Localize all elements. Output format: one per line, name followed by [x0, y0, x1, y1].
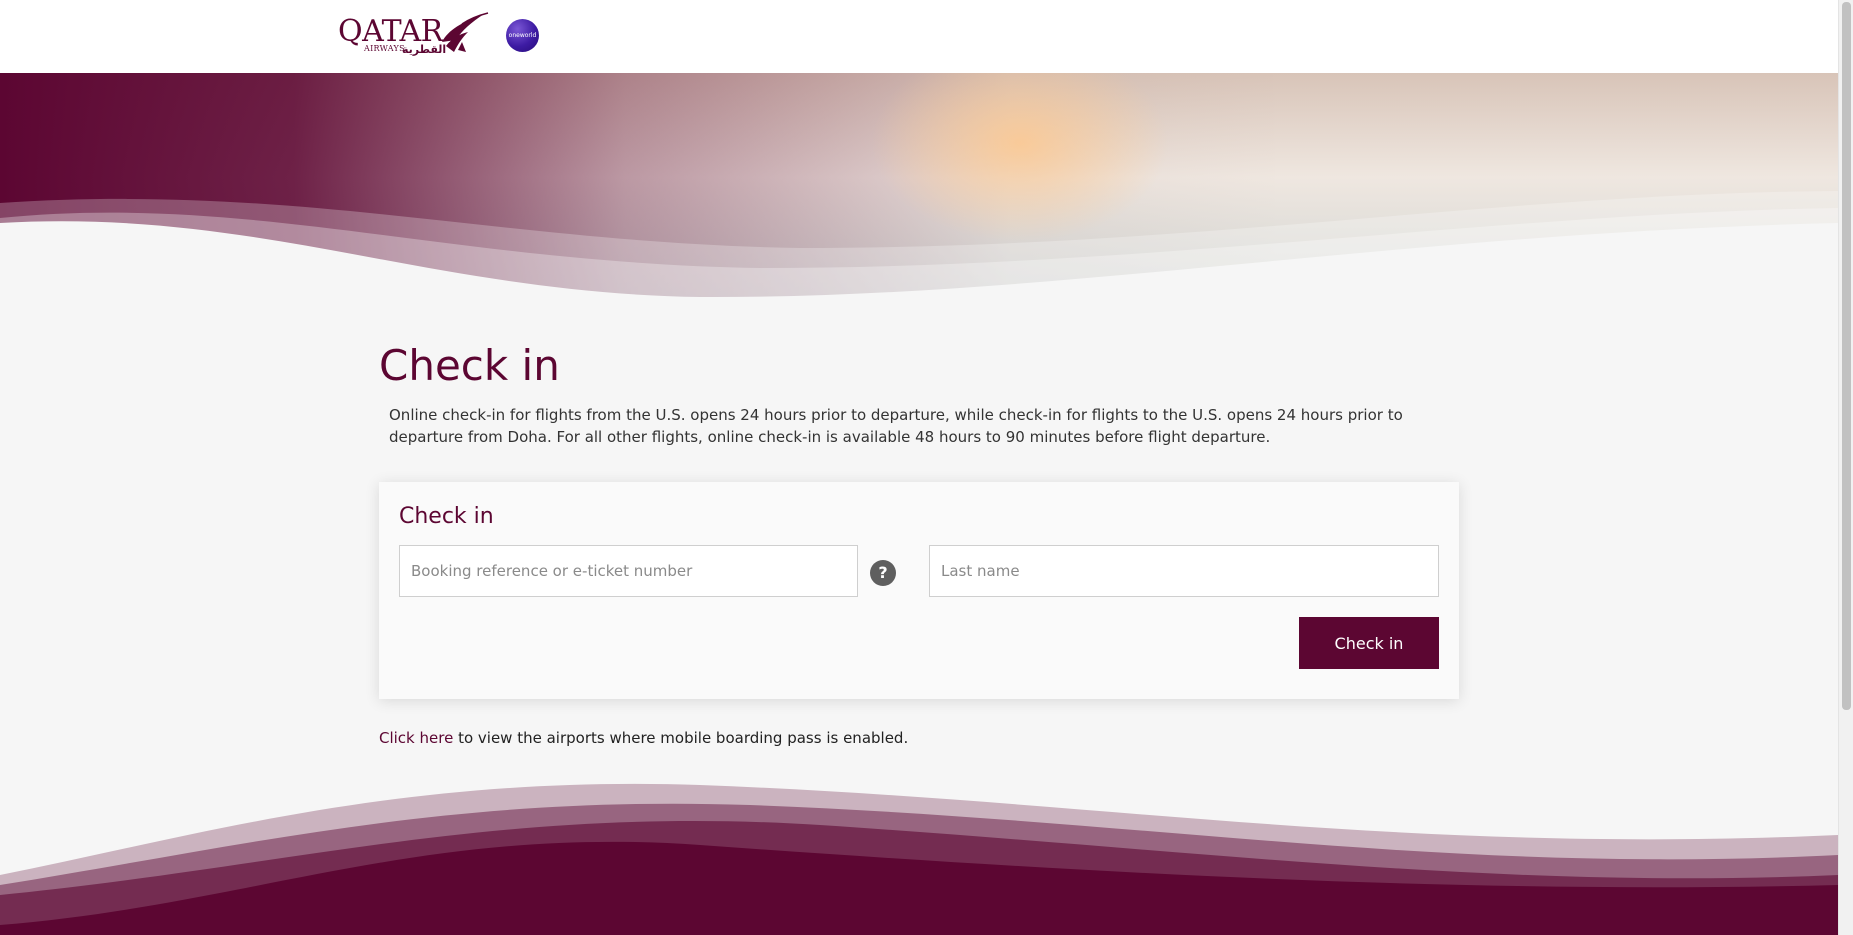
- footnote-text: to view the airports where mobile boardi…: [453, 729, 909, 747]
- vertical-scrollbar[interactable]: [1838, 0, 1853, 935]
- click-here-link[interactable]: Click here: [379, 729, 453, 747]
- site-header: QATAR AIRWAYS القطرية oneworld: [0, 0, 1838, 73]
- scrollbar-thumb[interactable]: [1842, 2, 1851, 710]
- hero-banner: [0, 73, 1838, 305]
- checkin-info-text: Online check-in for flights from the U.S…: [389, 406, 1403, 446]
- logo-subtitle: AIRWAYS: [364, 44, 405, 53]
- page-title: Check in: [379, 341, 560, 390]
- booking-reference-input[interactable]: [399, 545, 858, 597]
- hero-wave-decoration: [0, 191, 1838, 305]
- check-in-button[interactable]: Check in: [1299, 617, 1439, 669]
- footer-wave-decoration: [0, 783, 1838, 935]
- mobile-boarding-pass-note: Click here to view the airports where mo…: [379, 729, 908, 747]
- checkin-form-card: Check in ? Check in: [379, 482, 1459, 699]
- oneworld-badge[interactable]: oneworld: [506, 19, 539, 52]
- form-title: Check in: [399, 504, 494, 529]
- page: QATAR AIRWAYS القطرية oneworld Check in …: [0, 0, 1853, 935]
- oryx-icon: [442, 12, 489, 52]
- qatar-airways-logo[interactable]: QATAR AIRWAYS القطرية: [336, 12, 489, 58]
- main-content: Check in Online check-in for flights fro…: [379, 336, 1459, 448]
- help-icon[interactable]: ?: [870, 560, 896, 586]
- last-name-input[interactable]: [929, 545, 1439, 597]
- oneworld-label: oneworld: [508, 32, 537, 39]
